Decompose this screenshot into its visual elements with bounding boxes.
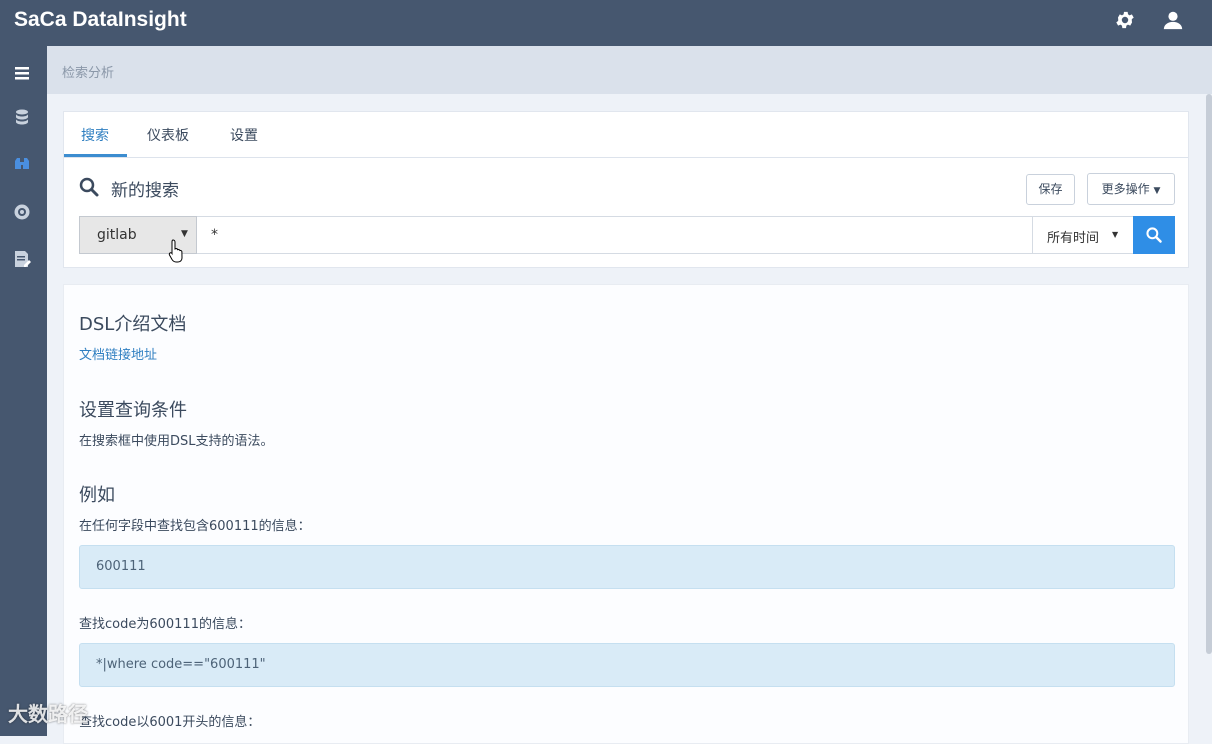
cond-heading: 设置查询条件: [79, 400, 187, 421]
example2-text: 查找code为600111的信息：: [79, 617, 251, 632]
tab-settings[interactable]: 设置: [230, 125, 258, 157]
time-range-label: 所有时间: [1047, 231, 1100, 246]
page-scrollbar[interactable]: [1206, 94, 1212, 736]
caret-down-icon: ▼: [1112, 230, 1119, 239]
time-range-dropdown[interactable]: 所有时间 ▼: [1032, 216, 1134, 254]
tab-dashboard[interactable]: 仪表板: [147, 125, 189, 157]
caret-down-icon: ▼: [1153, 186, 1161, 196]
example-heading: 例如: [79, 485, 115, 506]
menu-icon[interactable]: [11, 62, 33, 84]
search-icon: [1146, 227, 1162, 243]
user-icon[interactable]: [1162, 9, 1184, 31]
database-icon[interactable]: [11, 106, 33, 128]
document-edit-icon[interactable]: [11, 248, 33, 270]
gear-icon[interactable]: [1114, 9, 1136, 31]
breadcrumb-bar: 检索分析: [47, 46, 1212, 94]
dsl-doc-panel: DSL介绍文档 文档链接地址 设置查询条件 在搜索框中使用DSL支持的语法。 例…: [63, 284, 1189, 744]
save-button[interactable]: 保存: [1026, 174, 1075, 205]
app-title[interactable]: SaCa DataInsight: [14, 0, 187, 40]
search-icon: [79, 177, 99, 197]
query-input[interactable]: [197, 216, 1033, 254]
query-row: gitlab ▼ 所有时间 ▼: [79, 216, 1175, 254]
example2-code: *|where code=="600111": [79, 643, 1175, 687]
more-actions-button[interactable]: 更多操作 ▼: [1087, 173, 1175, 205]
tab-bar: 搜索 仪表板 设置: [64, 112, 1188, 158]
scrollbar-thumb[interactable]: [1206, 94, 1212, 654]
sidebar: [0, 46, 47, 736]
top-navbar: SaCa DataInsight: [0, 0, 1212, 46]
datasource-value: gitlab: [97, 227, 137, 243]
example1-code: 600111: [79, 545, 1175, 589]
cond-text: 在搜索框中使用DSL支持的语法。: [79, 434, 274, 449]
active-tab-indicator: [64, 154, 127, 157]
disc-icon[interactable]: [11, 201, 33, 223]
example1-text: 在任何字段中查找包含600111的信息：: [79, 519, 311, 534]
breadcrumb: 检索分析: [62, 66, 115, 81]
doc-link[interactable]: 文档链接地址: [79, 344, 157, 363]
tab-search[interactable]: 搜索: [81, 125, 109, 157]
video-watermark: 大数路径: [8, 702, 88, 726]
search-panel: 搜索 仪表板 设置 新的搜索 保存 更多操作 ▼ gitlab ▼ 所有时间 ▼: [63, 111, 1189, 268]
hand-cursor-icon: [168, 239, 183, 263]
binoculars-icon[interactable]: [11, 153, 33, 175]
example3-text: 查找code以6001开头的信息：: [79, 715, 261, 730]
dsl-heading: DSL介绍文档: [79, 314, 187, 335]
search-button[interactable]: [1133, 216, 1175, 254]
more-actions-label: 更多操作: [1101, 182, 1150, 196]
search-title: 新的搜索: [111, 181, 179, 201]
